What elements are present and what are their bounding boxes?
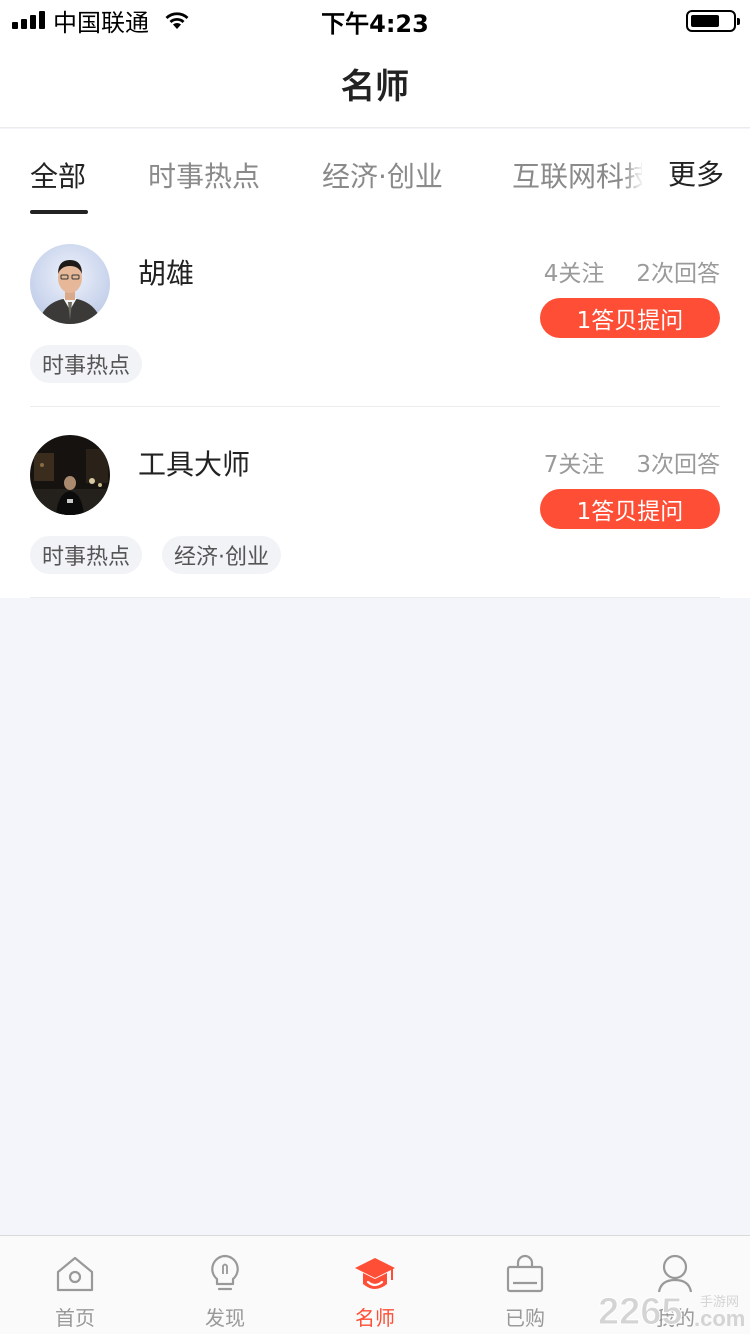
tabbar-label: 发现 xyxy=(205,1306,245,1330)
tabbar-item-home[interactable]: 首页 xyxy=(0,1236,150,1334)
tabbar-item-discover[interactable]: 发现 xyxy=(150,1236,300,1334)
answer-count: 2次回答 xyxy=(636,261,720,287)
teacher-name: 胡雄 xyxy=(138,257,195,290)
lightbulb-icon xyxy=(211,1254,239,1291)
topic-tag[interactable]: 时事热点 xyxy=(30,536,143,574)
teacher-card[interactable]: 胡雄 4关注 2次回答 1答贝提问 时事热点 xyxy=(0,216,750,407)
avatar[interactable] xyxy=(30,435,110,515)
teacher-tags: 时事热点 经济·创业 xyxy=(30,536,282,574)
teacher-list: 胡雄 4关注 2次回答 1答贝提问 时事热点 工具大师 7关注 3次回答 1答贝… xyxy=(0,216,750,598)
teacher-name: 工具大师 xyxy=(138,448,251,481)
tab-economy-startup[interactable]: 经济·创业 xyxy=(322,155,443,195)
tabbar-item-teachers[interactable]: 名师 xyxy=(300,1236,450,1334)
divider xyxy=(30,597,720,598)
tabbar-label: 已购 xyxy=(505,1306,545,1330)
svg-text:.com: .com xyxy=(694,1306,745,1331)
tabbar-item-purchased[interactable]: 已购 xyxy=(450,1236,600,1334)
watermark-logo: 2265 手游网 .com xyxy=(598,1291,745,1334)
teacher-stats: 4关注 2次回答 xyxy=(544,254,720,288)
ask-question-button[interactable]: 1答贝提问 xyxy=(540,298,720,338)
answer-count: 3次回答 xyxy=(636,452,720,478)
topic-tag[interactable]: 时事热点 xyxy=(30,345,143,383)
battery-icon xyxy=(686,10,740,32)
tab-all[interactable]: 全部 xyxy=(30,155,86,195)
battery-level xyxy=(691,15,719,27)
category-tabs: 全部 时事热点 经济·创业 互联网科技 更多 xyxy=(0,129,750,216)
tabbar-label: 首页 xyxy=(55,1306,95,1330)
shopping-bag-icon xyxy=(506,1254,544,1293)
tab-current-affairs[interactable]: 时事热点 xyxy=(148,155,260,195)
follower-count: 7关注 xyxy=(543,452,605,478)
follower-count: 4关注 xyxy=(543,261,605,287)
tab-internet-tech[interactable]: 互联网科技 xyxy=(512,155,652,195)
nav-bar: 名师 xyxy=(0,40,750,128)
status-time: 下午4:23 xyxy=(321,10,429,38)
ask-question-button[interactable]: 1答贝提问 xyxy=(540,489,720,529)
page-title: 名师 xyxy=(341,67,409,107)
topic-tag[interactable]: 经济·创业 xyxy=(162,536,282,574)
tabs-more-button[interactable]: 更多 xyxy=(642,129,750,216)
teacher-card[interactable]: 工具大师 7关注 3次回答 1答贝提问 时事热点 经济·创业 xyxy=(0,407,750,598)
teacher-tags: 时事热点 xyxy=(30,345,143,383)
active-tab-indicator xyxy=(30,210,88,214)
graduation-cap-icon xyxy=(355,1258,395,1289)
avatar[interactable] xyxy=(30,244,110,324)
status-bar: 中国联通 下午4:23 xyxy=(0,0,750,40)
svg-text:2265: 2265 xyxy=(598,1291,683,1333)
tabbar-label: 名师 xyxy=(355,1306,395,1330)
teacher-stats: 7关注 3次回答 xyxy=(544,445,720,479)
home-icon xyxy=(56,1256,94,1292)
